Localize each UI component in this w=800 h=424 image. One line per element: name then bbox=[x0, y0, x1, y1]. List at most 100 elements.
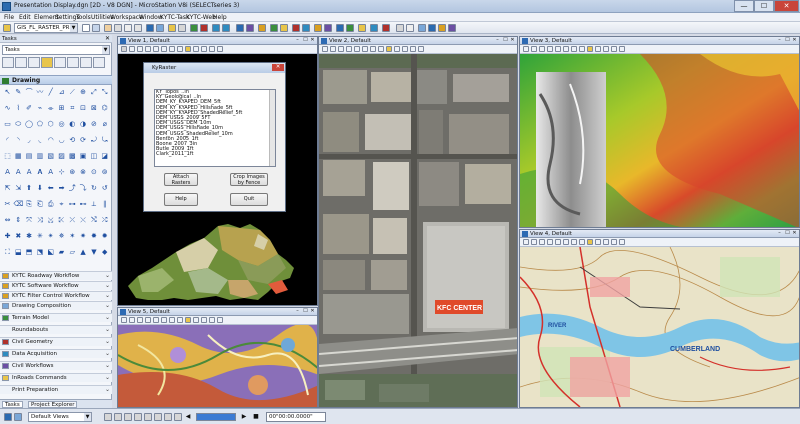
drawing-tool-icon[interactable]: ⟂ bbox=[88, 199, 99, 209]
view1-button-icon[interactable] bbox=[104, 413, 112, 421]
crop-images-by-fence-button[interactable]: Crop Images by Fence bbox=[230, 173, 268, 186]
drawing-tool-icon[interactable]: 〰 bbox=[34, 87, 45, 97]
zoom-out-icon[interactable] bbox=[555, 46, 561, 52]
microstation-app-icon[interactable] bbox=[2, 2, 11, 11]
civil-icon[interactable] bbox=[346, 24, 354, 32]
view-4-canvas[interactable]: RIVER CUMBERLAND bbox=[520, 246, 799, 407]
task-kytc-roadway-workflow[interactable]: KYTC Roadway Workflow ⌄ bbox=[0, 271, 112, 280]
drawing-tool-icon[interactable]: ⬆ bbox=[24, 183, 35, 193]
utility-icon[interactable] bbox=[358, 24, 366, 32]
drawing-tool-icon[interactable]: ✷ bbox=[78, 231, 89, 241]
drawing-tool-icon[interactable]: ⤴ bbox=[67, 183, 78, 193]
view-previous-icon[interactable] bbox=[394, 46, 400, 52]
tasks-combo[interactable]: Tasks ▼ bbox=[2, 45, 110, 55]
highlighted-tool-icon[interactable] bbox=[41, 57, 53, 68]
copy-view-icon[interactable] bbox=[611, 239, 617, 245]
chevron-down-icon[interactable]: ▼ bbox=[102, 46, 109, 54]
view-previous-icon[interactable] bbox=[193, 46, 199, 52]
drawing-tool-icon[interactable]: ⊗ bbox=[78, 167, 89, 177]
drawing-tool-icon[interactable]: ⤡ bbox=[99, 87, 110, 97]
drawing-tool-icon[interactable]: ⌯ bbox=[45, 103, 56, 113]
drawing-tool-icon[interactable]: ⬚ bbox=[2, 151, 13, 161]
menu-workspace[interactable]: Workspace bbox=[110, 14, 143, 21]
close-icon[interactable]: ✕ bbox=[272, 64, 284, 71]
drawing-tool-icon[interactable]: ✴ bbox=[45, 231, 56, 241]
hand-icon[interactable] bbox=[619, 46, 625, 52]
close-button[interactable]: ✕ bbox=[774, 0, 799, 12]
drawing-tool-icon[interactable]: ⌗ bbox=[67, 103, 78, 113]
drawing-tool-icon[interactable]: A bbox=[24, 167, 35, 177]
view-attributes-icon[interactable] bbox=[322, 46, 328, 52]
drawing-tool-icon[interactable]: ✳ bbox=[34, 231, 45, 241]
drawing-tool-icon[interactable]: ⬡ bbox=[45, 119, 56, 129]
drawing-tool-icon[interactable]: ⌀ bbox=[99, 119, 110, 129]
drawing-tool-icon[interactable]: ⌁ bbox=[34, 103, 45, 113]
drawing-tool-icon[interactable]: ⤪ bbox=[56, 215, 67, 225]
drawing-tool-icon[interactable]: ⇔ bbox=[2, 215, 13, 225]
play-icon[interactable]: ▶ bbox=[240, 413, 248, 421]
view-attributes-icon[interactable] bbox=[523, 239, 529, 245]
fit-view-icon[interactable] bbox=[370, 46, 376, 52]
view-next-icon[interactable] bbox=[201, 317, 207, 323]
minimize-icon[interactable]: – bbox=[494, 37, 501, 44]
task-civil-geometry[interactable]: Civil Geometry ⌄ bbox=[0, 337, 112, 346]
update-view-icon[interactable] bbox=[137, 317, 143, 323]
view-3-window[interactable]: View 3, Default – ☐ ✕ bbox=[519, 36, 800, 228]
drawing-tool-icon[interactable]: ⬅ bbox=[45, 183, 56, 193]
drawing-tool-icon[interactable]: ↻ bbox=[88, 183, 99, 193]
drawing-tool-icon[interactable]: ⌇ bbox=[13, 103, 24, 113]
drawing-tool-icon[interactable]: ✖ bbox=[13, 231, 24, 241]
view-attributes-icon[interactable] bbox=[236, 24, 244, 32]
place-smartline-icon[interactable] bbox=[15, 57, 27, 68]
drawing-tool-icon[interactable]: ⌬ bbox=[99, 103, 110, 113]
drawing-tool-icon[interactable]: ▣ bbox=[78, 151, 89, 161]
drawing-tool-icon[interactable]: ⤭ bbox=[88, 215, 99, 225]
open-file-icon[interactable] bbox=[3, 24, 11, 32]
copy-view-icon[interactable] bbox=[209, 46, 215, 52]
minimize-icon[interactable]: – bbox=[776, 37, 783, 44]
menu-file[interactable]: File bbox=[4, 14, 14, 21]
fit-view-icon[interactable] bbox=[169, 317, 175, 323]
view-next-icon[interactable] bbox=[402, 46, 408, 52]
attach-rasters-button[interactable]: Attach Rasters bbox=[164, 173, 198, 186]
drawing-tool-icon[interactable]: ▩ bbox=[67, 151, 78, 161]
window-area-icon[interactable] bbox=[362, 46, 368, 52]
drawing-tool-icon[interactable]: ⌫ bbox=[13, 199, 24, 209]
view-5-window[interactable]: View 5, Default – ☐ ✕ bbox=[117, 307, 318, 408]
window-area-icon[interactable] bbox=[161, 317, 167, 323]
drawing-tool-icon[interactable]: ◫ bbox=[88, 151, 99, 161]
drawing-tool-icon[interactable]: A bbox=[13, 167, 24, 177]
zoom-out-icon[interactable] bbox=[555, 239, 561, 245]
hand-icon[interactable] bbox=[217, 317, 223, 323]
view-group-icon[interactable] bbox=[14, 413, 22, 421]
minimize-icon[interactable]: – bbox=[776, 230, 783, 237]
fit-view-icon[interactable] bbox=[571, 239, 577, 245]
drawing-tool-icon[interactable]: 𝐀 bbox=[34, 167, 45, 177]
drawing-tool-icon[interactable]: A bbox=[45, 167, 56, 177]
lighting-icon[interactable] bbox=[258, 24, 266, 32]
drawing-tool-icon[interactable]: ✸ bbox=[88, 231, 99, 241]
task-inroads-commands[interactable]: InRoads Commands ⌄ bbox=[0, 373, 112, 382]
maximize-icon[interactable]: ☐ bbox=[302, 37, 309, 44]
view-toggle-icon[interactable] bbox=[4, 413, 12, 421]
window-area-icon[interactable] bbox=[563, 239, 569, 245]
maximize-icon[interactable]: ☐ bbox=[302, 308, 309, 315]
drawing-tool-icon[interactable]: ✵ bbox=[56, 231, 67, 241]
drawing-tool-icon[interactable]: ⤵ bbox=[78, 183, 89, 193]
close-icon[interactable]: ✕ bbox=[105, 35, 110, 42]
view-previous-icon[interactable] bbox=[595, 46, 601, 52]
delete-icon[interactable] bbox=[200, 24, 208, 32]
tab-tasks[interactable]: Tasks bbox=[2, 401, 23, 408]
view3-button-icon[interactable] bbox=[124, 413, 132, 421]
view-previous-icon[interactable] bbox=[193, 317, 199, 323]
line-style-icon[interactable] bbox=[114, 24, 122, 32]
close-icon[interactable]: ✕ bbox=[309, 308, 316, 315]
chevron-down-icon[interactable]: ⌄ bbox=[105, 338, 110, 345]
minimize-button[interactable]: — bbox=[734, 0, 754, 12]
copy-view-icon[interactable] bbox=[410, 46, 416, 52]
drawing-tool-icon[interactable]: ⎗ bbox=[34, 199, 45, 209]
update-view-icon[interactable] bbox=[137, 46, 143, 52]
rotate-view-icon[interactable] bbox=[177, 46, 183, 52]
display-style-icon[interactable] bbox=[330, 46, 336, 52]
drawing-tool-icon[interactable]: ⛶ bbox=[2, 247, 13, 257]
